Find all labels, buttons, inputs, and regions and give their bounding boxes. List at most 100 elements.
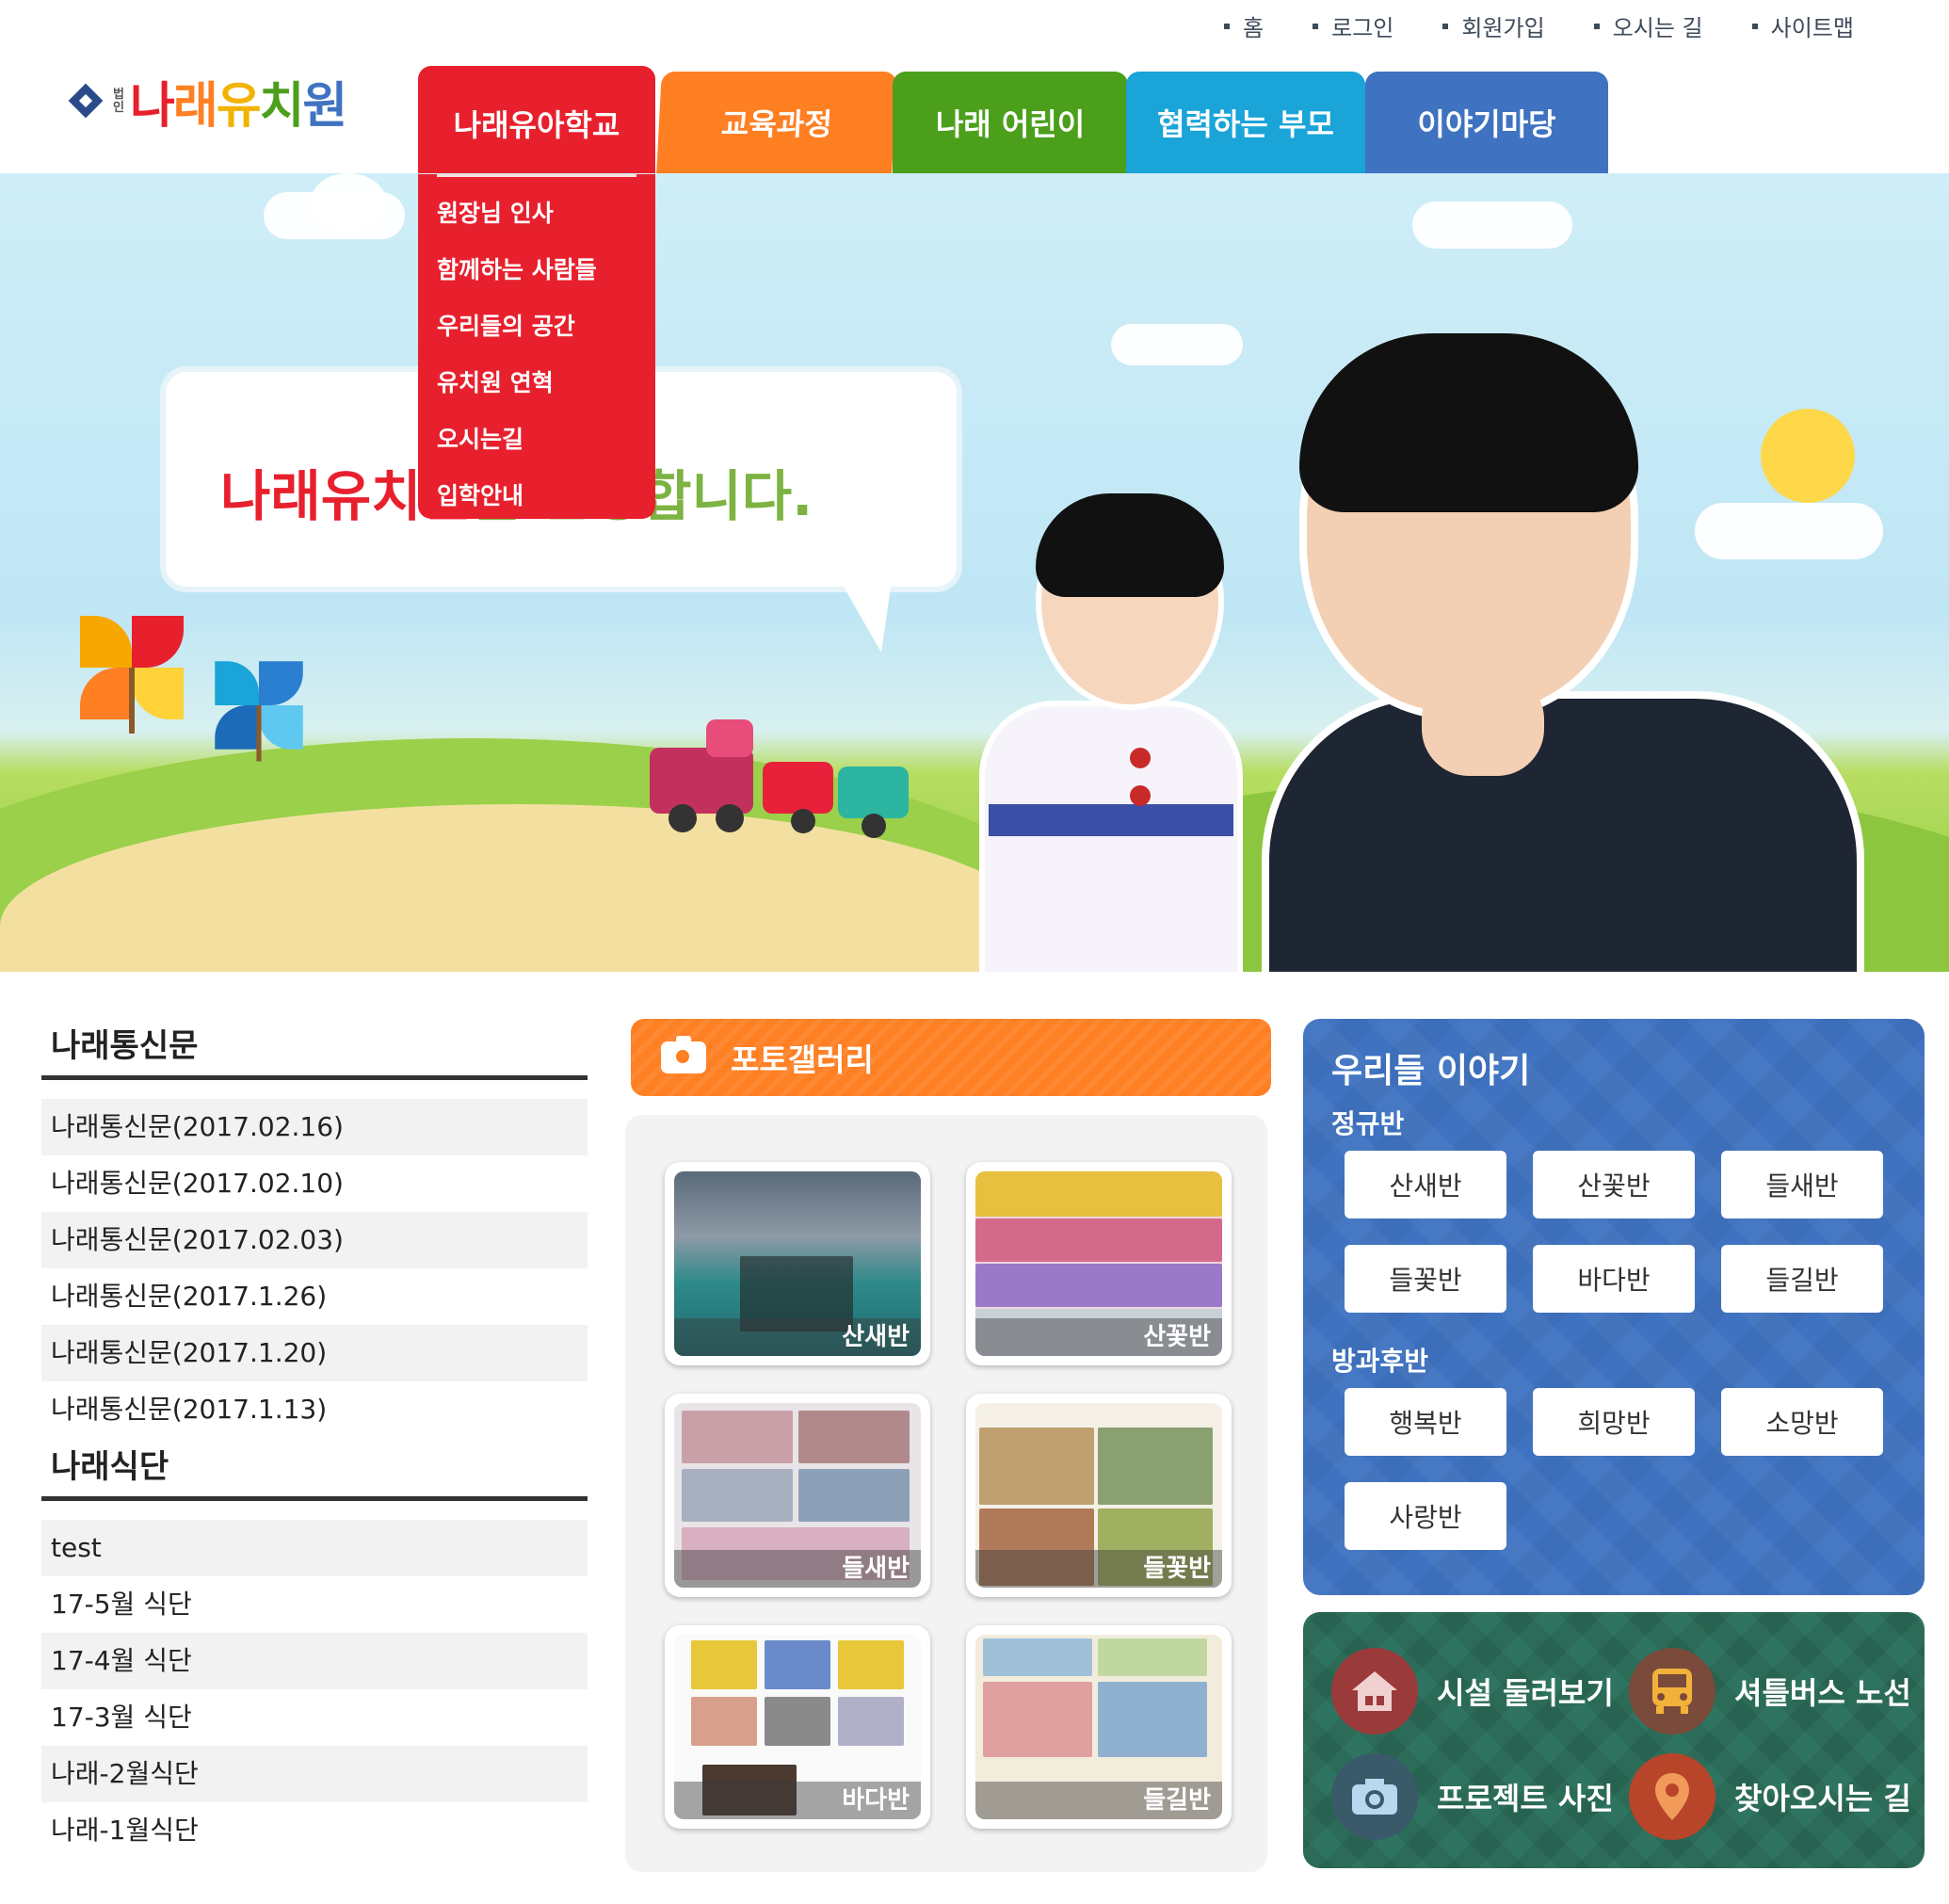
afterschool-class-label: 방과후반 [1331, 1346, 1429, 1377]
util-directions-link[interactable]: 오시는 길 [1593, 9, 1703, 42]
pinwheel-icon [215, 661, 303, 762]
girl-photo [942, 493, 1281, 972]
util-login-link[interactable]: 로그인 [1313, 9, 1393, 42]
class-button-deulkkot[interactable]: 들꽃반 [1345, 1245, 1506, 1313]
quick-link-shuttle-route[interactable]: 셔틀버스 노선 [1629, 1648, 1911, 1735]
logo-char: 래 [172, 78, 218, 135]
logo-char: 유 [216, 78, 262, 135]
logo-name: 나래유치원 [130, 66, 347, 137]
bullet-icon [1313, 23, 1319, 29]
gallery-caption: 산새반 [674, 1318, 921, 1356]
gallery-photo: 산꽃반 [975, 1171, 1222, 1356]
menu-item-admission[interactable]: 입학안내 [418, 468, 655, 524]
section-divider [41, 1496, 588, 1501]
newsletter-item[interactable]: 나래통신문(2017.1.26) [41, 1268, 588, 1325]
quick-link-project-photos[interactable]: 프로젝트 사진 [1331, 1753, 1614, 1840]
logo-char: 치 [259, 78, 305, 135]
dropdown-divider [437, 174, 636, 177]
gallery-photo: 산새반 [674, 1171, 921, 1356]
tab-parents[interactable]: 협력하는 부모 [1126, 72, 1365, 173]
class-button-somang[interactable]: 소망반 [1721, 1388, 1883, 1456]
cloud-decoration [1111, 324, 1243, 365]
quick-link-label: 셔틀버스 노선 [1734, 1675, 1911, 1711]
gallery-thumb[interactable]: 산꽃반 [966, 1162, 1232, 1365]
emblem-icon [70, 85, 104, 119]
menu-item[interactable]: 나래-2월식단 [41, 1746, 588, 1802]
bullet-icon [1593, 23, 1600, 29]
gallery-caption: 들꽃반 [975, 1550, 1222, 1588]
logo-char: 원 [302, 78, 347, 135]
regular-class-label: 정규반 [1331, 1108, 1405, 1139]
class-button-deulsae[interactable]: 들새반 [1721, 1151, 1883, 1218]
util-signup-link[interactable]: 회원가입 [1442, 9, 1545, 42]
gallery-thumb[interactable]: 들길반 [966, 1625, 1232, 1829]
camera-icon [1331, 1753, 1418, 1840]
photo-gallery: 포토갤러리 산새반 산꽃반 들새반 들꽃반 바다반 들길반 [625, 1019, 1271, 1872]
tab-school[interactable]: 나래유아학교 [418, 66, 655, 179]
map-pin-icon [1629, 1753, 1715, 1840]
quick-link-facility-tour[interactable]: 시설 둘러보기 [1331, 1648, 1614, 1735]
quick-link-label: 찾아오시는 길 [1734, 1781, 1911, 1816]
quick-link-label: 시설 둘러보기 [1437, 1675, 1614, 1711]
gallery-thumb[interactable]: 들새반 [665, 1394, 930, 1597]
newsletter-item[interactable]: 나래통신문(2017.02.16) [41, 1099, 588, 1155]
quick-link-directions[interactable]: 찾아오시는 길 [1629, 1753, 1911, 1840]
gallery-photo: 들꽃반 [975, 1403, 1222, 1588]
gallery-title: 포토갤러리 [731, 1041, 874, 1078]
util-directions-label: 오시는 길 [1612, 15, 1703, 41]
newsletter-title: 나래통신문 [51, 1027, 199, 1065]
menu-item[interactable]: 17-3월 식단 [41, 1689, 588, 1746]
menu-item-history[interactable]: 유치원 연혁 [418, 355, 655, 411]
class-button-sansae[interactable]: 산새반 [1345, 1151, 1506, 1218]
house-icon [1331, 1648, 1418, 1735]
newsletter-item[interactable]: 나래통신문(2017.1.13) [41, 1381, 588, 1438]
quick-link-label: 프로젝트 사진 [1437, 1781, 1614, 1816]
newsletter-item[interactable]: 나래통신문(2017.1.20) [41, 1325, 588, 1381]
menu-item-spaces[interactable]: 우리들의 공간 [418, 299, 655, 355]
menu-item[interactable]: 17-4월 식단 [41, 1633, 588, 1689]
gallery-header[interactable]: 포토갤러리 [631, 1019, 1271, 1096]
quick-links-panel: 시설 둘러보기 셔틀버스 노선 프로젝트 사진 찾아오시는 길 [1303, 1612, 1925, 1868]
tab-story[interactable]: 이야기마당 [1365, 72, 1608, 173]
class-button-haengbok[interactable]: 행복반 [1345, 1388, 1506, 1456]
menu-item[interactable]: 17-5월 식단 [41, 1576, 588, 1633]
site-logo[interactable]: 법인 나래유치원 [70, 66, 347, 137]
cloud-decoration [311, 173, 386, 230]
util-sitemap-link[interactable]: 사이트맵 [1751, 9, 1854, 42]
bullet-icon [1224, 23, 1230, 29]
tab-label: 나래 어린이 [935, 106, 1086, 142]
menu-item-staff[interactable]: 함께하는 사람들 [418, 242, 655, 299]
newsletter-item[interactable]: 나래통신문(2017.02.10) [41, 1155, 588, 1212]
menu-item-greeting[interactable]: 원장님 인사 [418, 186, 655, 242]
tab-curriculum[interactable]: 교육과정 [656, 72, 897, 173]
class-button-deulgil[interactable]: 들길반 [1721, 1245, 1883, 1313]
gallery-caption: 산꽃반 [975, 1318, 1222, 1356]
gallery-photo: 들새반 [674, 1403, 921, 1588]
regular-class-buttons: 산새반 산꽃반 들새반 들꽃반 바다반 들길반 [1331, 1151, 1896, 1313]
gallery-thumb[interactable]: 들꽃반 [966, 1394, 1232, 1597]
class-button-sarang[interactable]: 사랑반 [1345, 1482, 1506, 1550]
class-button-huimang[interactable]: 희망반 [1533, 1388, 1695, 1456]
boy-photo [1262, 333, 1864, 972]
menu-item[interactable]: 나래-1월식단 [41, 1802, 588, 1859]
bullet-icon [1751, 23, 1758, 29]
gallery-photo: 들길반 [975, 1635, 1222, 1819]
left-column: 나래통신문 나래통신문(2017.02.16) 나래통신문(2017.02.10… [41, 1017, 588, 1859]
class-button-sankkot[interactable]: 산꽃반 [1533, 1151, 1695, 1218]
gallery-caption: 바다반 [674, 1782, 921, 1819]
gallery-thumb[interactable]: 산새반 [665, 1162, 930, 1365]
right-column: 우리들 이야기 정규반 산새반 산꽃반 들새반 들꽃반 바다반 들길반 방과후반… [1303, 1019, 1925, 1868]
class-button-bada[interactable]: 바다반 [1533, 1245, 1695, 1313]
gallery-thumb[interactable]: 바다반 [665, 1625, 930, 1829]
tab-naerae-children[interactable]: 나래 어린이 [893, 72, 1128, 173]
menu-title: 나래식단 [51, 1448, 169, 1486]
menu-item[interactable]: test [41, 1520, 588, 1576]
bus-icon [1629, 1648, 1715, 1735]
menu-item-directions[interactable]: 오시는길 [418, 411, 655, 468]
bullet-icon [1442, 23, 1449, 29]
util-home-link[interactable]: 홈 [1224, 9, 1264, 42]
afterschool-class-buttons: 행복반 희망반 소망반 사랑반 [1331, 1388, 1896, 1550]
bubble-tail [844, 587, 891, 653]
util-sitemap-label: 사이트맵 [1770, 15, 1854, 41]
newsletter-item[interactable]: 나래통신문(2017.02.03) [41, 1212, 588, 1268]
